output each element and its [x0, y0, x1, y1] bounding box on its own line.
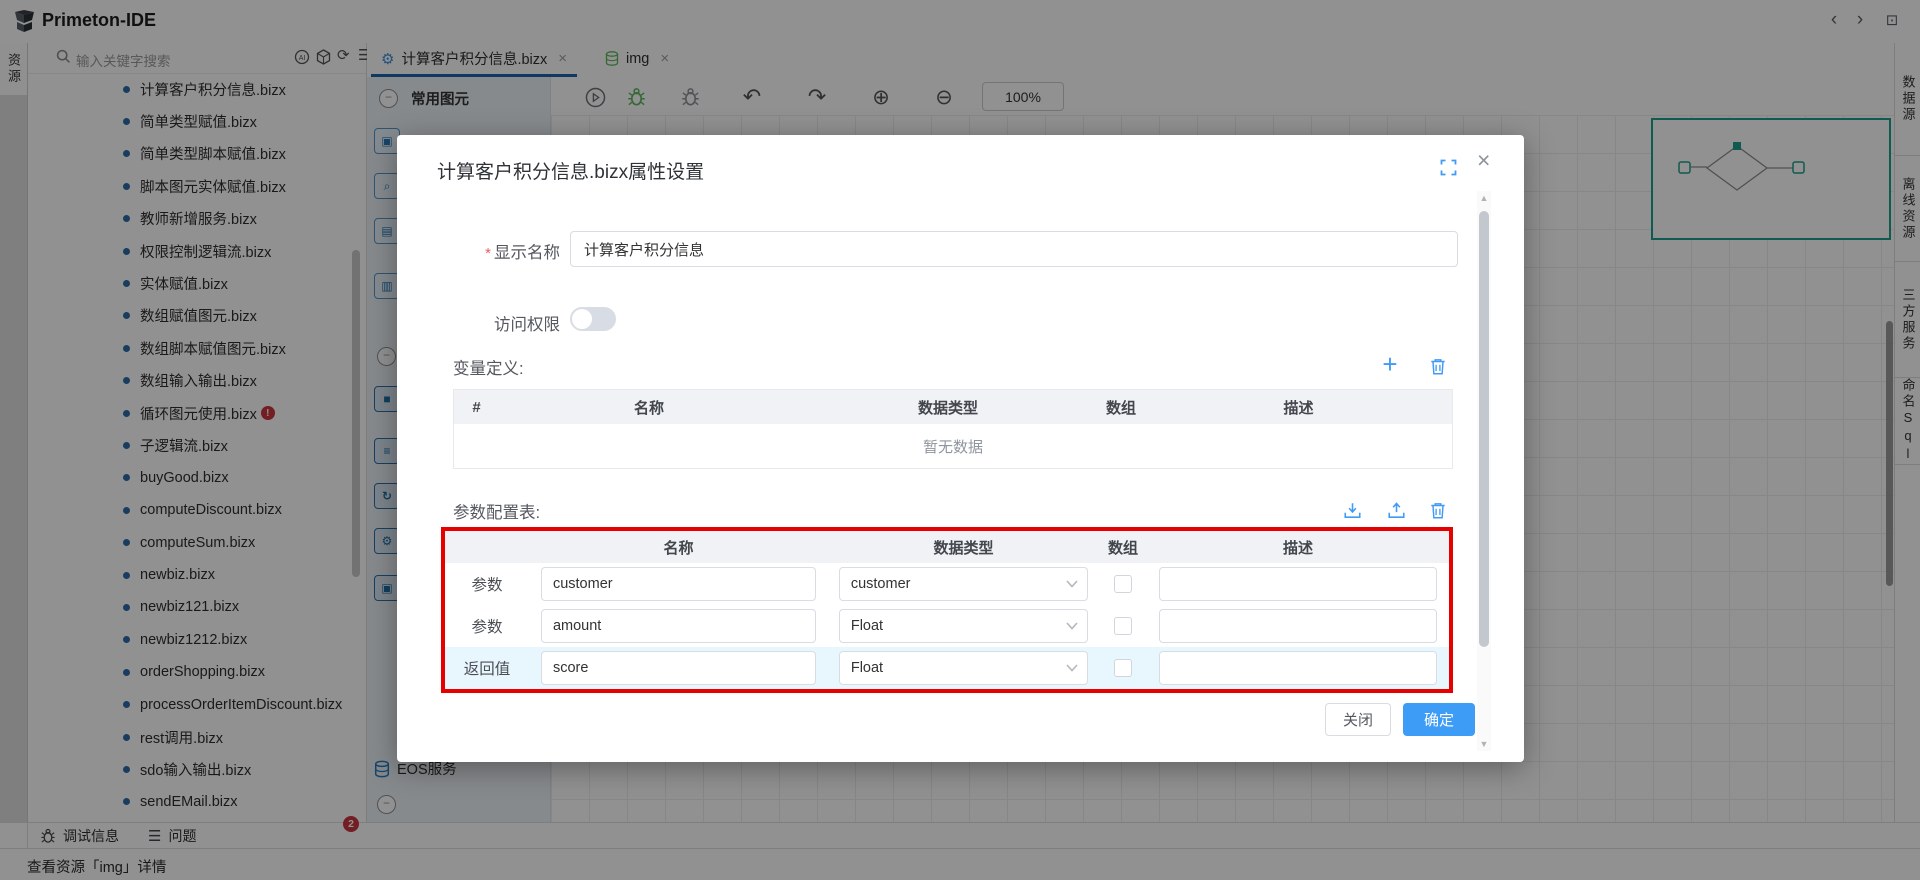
col-name: 名称 [499, 397, 799, 418]
toggle-knob [572, 309, 592, 329]
confirm-button[interactable]: 确定 [1403, 703, 1475, 736]
col-name: 名称 [529, 537, 828, 558]
col-index: # [454, 399, 499, 416]
param-name-input[interactable] [541, 609, 816, 643]
param-name-input[interactable] [541, 567, 816, 601]
params-section-label: 参数配置表: [453, 499, 540, 523]
params-table-header: 名称 数据类型 数组 描述 [445, 531, 1449, 563]
param-array-checkbox[interactable] [1114, 617, 1132, 635]
export-icon[interactable] [1385, 499, 1407, 521]
dialog-title: 计算客户积分信息.bizx属性设置 [437, 157, 704, 184]
param-desc-input[interactable] [1159, 651, 1437, 685]
param-kind: 参数 [445, 615, 529, 637]
params-table-highlighted: 名称 数据类型 数组 描述 参数 customer [441, 527, 1453, 693]
variables-table: # 名称 数据类型 数组 描述 暂无数据 [453, 389, 1453, 469]
param-name-input[interactable] [541, 651, 816, 685]
display-name-label: *显示名称 [397, 239, 560, 263]
chevron-down-icon [1066, 622, 1078, 630]
param-kind: 参数 [445, 573, 529, 595]
variables-section-label: 变量定义: [453, 355, 524, 379]
col-array: 数组 [1097, 397, 1145, 418]
col-type: 数据类型 [828, 537, 1099, 558]
param-type-value: customer [851, 576, 911, 592]
display-name-input[interactable] [570, 231, 1458, 267]
param-row[interactable]: 返回值 Float [445, 647, 1449, 689]
param-array-checkbox[interactable] [1114, 659, 1132, 677]
chevron-down-icon [1066, 580, 1078, 588]
param-desc-input[interactable] [1159, 609, 1437, 643]
param-type-value: Float [851, 660, 883, 676]
params-table-body: 参数 customer 参数 [445, 563, 1449, 689]
fullscreen-icon[interactable] [1440, 159, 1457, 176]
import-icon[interactable] [1341, 499, 1363, 521]
param-row[interactable]: 参数 customer [445, 563, 1449, 605]
close-button[interactable]: 关闭 [1325, 703, 1391, 736]
add-variable-icon[interactable]: + [1379, 353, 1401, 375]
scroll-down-icon[interactable]: ▼ [1477, 739, 1491, 749]
variables-table-header: # 名称 数据类型 数组 描述 [454, 390, 1452, 424]
param-row[interactable]: 参数 Float [445, 605, 1449, 647]
required-asterisk: * [485, 245, 491, 262]
param-type-select[interactable]: Float [839, 609, 1088, 643]
col-desc: 描述 [1147, 537, 1449, 558]
param-type-select[interactable]: customer [839, 567, 1088, 601]
scroll-up-icon[interactable]: ▲ [1477, 193, 1491, 203]
param-desc-input[interactable] [1159, 567, 1437, 601]
delete-param-icon[interactable] [1427, 499, 1449, 521]
variables-empty-state: 暂无数据 [454, 424, 1452, 468]
param-type-value: Float [851, 618, 883, 634]
delete-variable-icon[interactable] [1427, 355, 1449, 377]
param-kind: 返回值 [445, 657, 529, 679]
dialog-scrollbar[interactable]: ▲ ▼ [1477, 191, 1491, 751]
col-type: 数据类型 [799, 397, 1097, 418]
scrollbar-thumb[interactable] [1479, 211, 1489, 647]
col-desc: 描述 [1145, 397, 1452, 418]
access-permission-label: 访问权限 [397, 311, 560, 335]
close-icon[interactable]: × [1477, 147, 1490, 174]
param-array-checkbox[interactable] [1114, 575, 1132, 593]
col-array: 数组 [1099, 537, 1147, 558]
properties-dialog: 计算客户积分信息.bizx属性设置 × *显示名称 访问权限 变量定义: + #… [397, 135, 1524, 762]
chevron-down-icon [1066, 664, 1078, 672]
param-type-select[interactable]: Float [839, 651, 1088, 685]
access-permission-toggle[interactable] [570, 307, 616, 331]
